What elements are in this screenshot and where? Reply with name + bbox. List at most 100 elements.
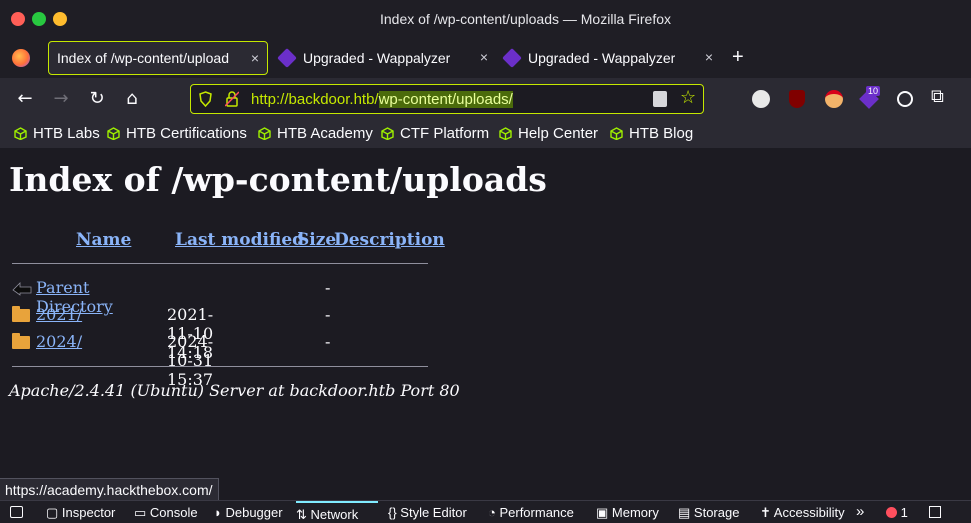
page-content: Index of /wp-content/uploads Name Last m…	[0, 148, 971, 478]
tab-wappalyzer-2[interactable]: Upgraded - Wappalyzer ×	[501, 41, 721, 75]
devtools-tab-storage[interactable]: ▤ Storage	[678, 505, 739, 521]
debugger-icon: ◗	[214, 505, 226, 520]
folder-link-2024[interactable]: 2024/	[36, 332, 82, 351]
devtools-tab-style-editor[interactable]: {} Style Editor	[388, 505, 467, 520]
reader-view-icon[interactable]	[653, 91, 667, 107]
bookmark-label: CTF Platform	[400, 125, 490, 142]
wappalyzer-icon	[277, 48, 297, 68]
element-picker-icon[interactable]	[10, 506, 23, 518]
error-count: 1	[900, 505, 908, 520]
row-size: -	[325, 278, 331, 297]
page-title: Index of /wp-content/uploads	[9, 160, 547, 199]
devtools-tab-network[interactable]: ⇅ Network	[296, 501, 378, 523]
tab-label: Index of /wp-content/upload	[57, 50, 230, 66]
bookmark-htb-academy[interactable]: HTB Academy	[258, 125, 373, 142]
htb-cube-icon	[258, 127, 271, 140]
bookmark-label: HTB Labs	[33, 125, 100, 142]
devtools-tab-label: Style Editor	[400, 505, 467, 520]
footer-divider	[12, 366, 428, 367]
bookmark-htb-blog[interactable]: HTB Blog	[610, 125, 693, 142]
error-indicator[interactable]: 1	[886, 505, 908, 520]
htb-cube-icon	[107, 127, 120, 140]
row-size: -	[325, 305, 331, 324]
tab-label: Upgraded - Wappalyzer	[528, 50, 676, 66]
url-text: http://backdoor.htb/wp-content/uploads/	[251, 91, 513, 108]
bookmark-label: Help Center	[518, 125, 599, 142]
firefox-menu-icon[interactable]	[12, 49, 30, 67]
devtools-tab-label: Memory	[611, 505, 659, 520]
url-path-selected: wp-content/uploads/	[378, 91, 513, 108]
htb-cube-icon	[499, 127, 512, 140]
back-icon	[12, 280, 32, 296]
close-tab-icon[interactable]: ×	[480, 49, 488, 65]
devtools-toolbar: ▢ Inspector ▭ Console ◗ Debugger ⇅ Netwo…	[0, 500, 971, 523]
home-button[interactable]: ⌂	[121, 88, 143, 110]
performance-icon: ◔	[488, 505, 500, 520]
devtools-tab-console[interactable]: ▭ Console	[134, 505, 198, 521]
bookmark-label: HTB Blog	[629, 125, 694, 142]
cookie-icon[interactable]	[897, 91, 913, 107]
bookmark-label: HTB Certifications	[126, 125, 247, 142]
column-header-size[interactable]: Size	[297, 230, 336, 250]
tab-wappalyzer-1[interactable]: Upgraded - Wappalyzer ×	[276, 41, 496, 75]
extension-badge: 10	[866, 86, 881, 96]
more-tools-chevron-icon[interactable]: »	[856, 503, 864, 520]
accessibility-icon: ✝	[760, 505, 774, 520]
dock-options-icon[interactable]	[929, 506, 941, 518]
htb-cube-icon	[381, 127, 394, 140]
navigation-bar: ← → ↻ ⌂ http://backdoor.htb/wp-content/u…	[0, 78, 971, 122]
tab-bar: Index of /wp-content/upload × Upgraded -…	[0, 40, 971, 78]
column-header-last-modified[interactable]: Last modified	[175, 230, 304, 250]
memory-icon: ▣	[596, 505, 612, 520]
column-header-description[interactable]: Description	[334, 230, 445, 250]
storage-icon: ▤	[678, 505, 694, 520]
bookmark-help-center[interactable]: Help Center	[499, 125, 598, 142]
extension-face-icon[interactable]	[825, 90, 843, 108]
extensions-puzzle-icon[interactable]: ⧉	[931, 86, 944, 107]
tab-index-uploads[interactable]: Index of /wp-content/upload ×	[48, 41, 268, 75]
back-button[interactable]: ←	[14, 88, 36, 110]
link-status-tooltip: https://academy.hackthebox.com/	[0, 478, 219, 502]
row-size: -	[325, 332, 331, 351]
folder-link-2021[interactable]: 2021/	[36, 305, 82, 324]
htb-cube-icon	[14, 127, 27, 140]
devtools-tab-label: Console	[149, 505, 198, 520]
bookmark-label: HTB Academy	[277, 125, 373, 142]
bookmark-htb-labs[interactable]: HTB Labs	[14, 125, 100, 142]
forward-button[interactable]: →	[50, 88, 72, 110]
devtools-tab-label: Network	[310, 507, 359, 522]
title-bar: Index of /wp-content/uploads — Mozilla F…	[0, 0, 971, 40]
tracking-shield-icon[interactable]	[199, 91, 212, 108]
column-header-name[interactable]: Name	[76, 230, 131, 250]
folder-icon	[12, 333, 30, 349]
devtools-tab-label: Accessibility	[773, 505, 845, 520]
console-icon: ▭	[134, 505, 150, 520]
insecure-lock-icon[interactable]	[224, 91, 240, 107]
wappalyzer-icon	[502, 48, 522, 68]
bookmark-ctf-platform[interactable]: CTF Platform	[381, 125, 489, 142]
inspector-icon: ▢	[46, 505, 62, 520]
bookmark-htb-certifications[interactable]: HTB Certifications	[107, 125, 247, 142]
devtools-tab-performance[interactable]: ◔ Performance	[488, 505, 574, 520]
reload-button[interactable]: ↻	[86, 88, 108, 110]
extension-ninja-icon[interactable]	[752, 90, 770, 108]
devtools-tab-label: Inspector	[61, 505, 116, 520]
ublock-icon[interactable]	[789, 90, 805, 108]
devtools-tab-label: Performance	[499, 505, 574, 520]
tab-label: Upgraded - Wappalyzer	[303, 50, 451, 66]
network-icon: ⇅	[296, 507, 311, 522]
devtools-tab-memory[interactable]: ▣ Memory	[596, 505, 659, 521]
address-bar[interactable]: http://backdoor.htb/wp-content/uploads/ …	[190, 84, 704, 114]
server-signature: Apache/2.4.41 (Ubuntu) Server at backdoo…	[9, 381, 460, 400]
close-tab-icon[interactable]: ×	[705, 49, 713, 65]
devtools-tab-label: Debugger	[225, 505, 283, 520]
devtools-tab-debugger[interactable]: ◗ Debugger	[214, 505, 283, 520]
header-divider	[12, 263, 428, 264]
devtools-tab-label: Storage	[693, 505, 740, 520]
bookmark-star-icon[interactable]: ☆	[680, 87, 696, 108]
devtools-tab-accessibility[interactable]: ✝ Accessibility	[760, 505, 845, 521]
style-editor-icon: {}	[388, 505, 401, 520]
close-tab-icon[interactable]: ×	[251, 50, 259, 66]
devtools-tab-inspector[interactable]: ▢ Inspector	[46, 505, 115, 521]
new-tab-button[interactable]: +	[732, 46, 744, 69]
